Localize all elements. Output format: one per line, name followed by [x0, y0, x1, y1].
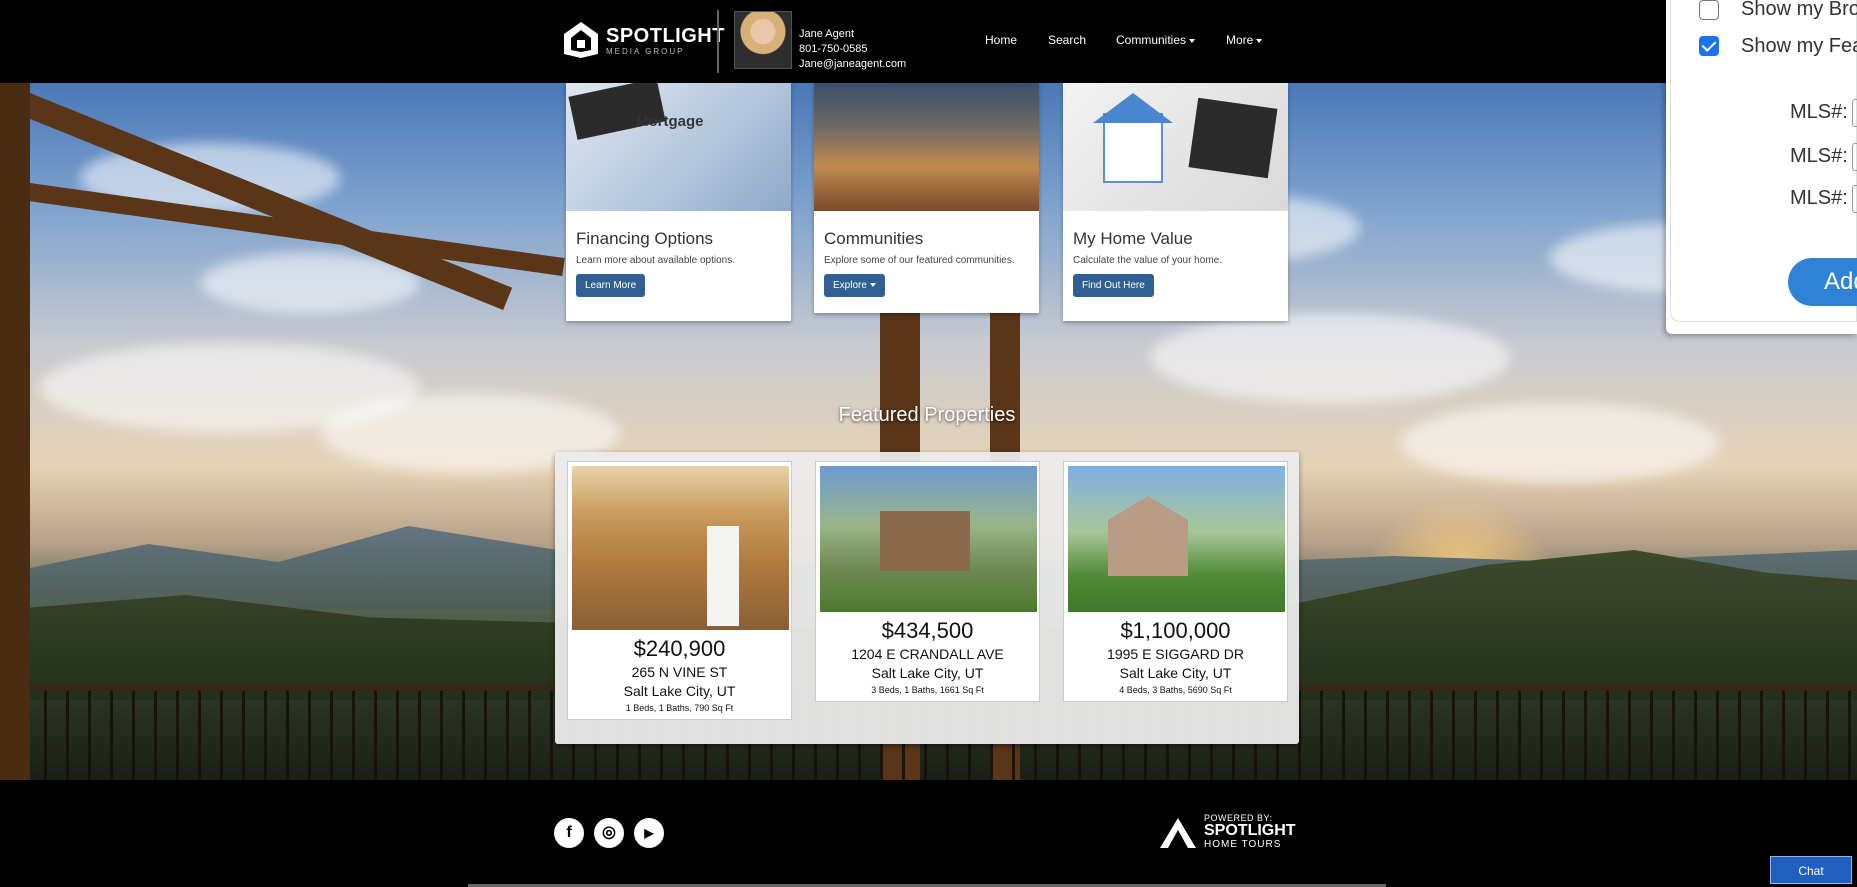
agent-phone[interactable]: 801-750-0585 — [799, 42, 906, 57]
communities-image — [814, 83, 1039, 211]
agent-contact: Jane Agent 801-750-0585 Jane@janeagent.c… — [799, 27, 906, 72]
agent-photo — [734, 11, 792, 69]
mls-label-1: MLS#: — [1790, 101, 1848, 123]
agent-email[interactable]: Jane@janeagent.com — [799, 57, 906, 72]
property-specs: 3 Beds, 1 Baths, 1661 Sq Ft — [871, 685, 984, 695]
feature-title: My Home Value — [1073, 229, 1193, 248]
mortgage-caption: Mortgage — [636, 113, 704, 130]
mls-input-3[interactable] — [1852, 185, 1857, 213]
caret-down-icon — [1189, 38, 1196, 43]
property-city: Salt Lake City, UT — [1119, 665, 1232, 681]
show-brokerage-checkbox[interactable] — [1699, 0, 1719, 20]
mortgage-image: Mortgage — [566, 78, 791, 211]
property-city: Salt Lake City, UT — [623, 683, 736, 699]
feature-desc: Learn more about available options. — [576, 255, 735, 266]
nav-more-label: More — [1226, 33, 1254, 47]
property-price: $434,500 — [881, 618, 974, 643]
feature-title: Financing Options — [576, 229, 714, 248]
logo-subtitle: MEDIA GROUP — [606, 46, 685, 56]
property-address: 1204 E CRANDALL AVE — [851, 646, 1004, 662]
learn-more-button[interactable]: Learn More — [576, 274, 646, 297]
mls-label-3: MLS#: — [1790, 187, 1848, 209]
chat-button[interactable]: Chat — [1770, 856, 1852, 884]
caret-down-icon — [1256, 38, 1263, 43]
add-button[interactable]: Add — [1788, 258, 1857, 306]
spotlight-logo[interactable]: SPOTLIGHT MEDIA GROUP — [562, 20, 725, 60]
property-specs: 4 Beds, 3 Baths, 5690 Sq Ft — [1119, 685, 1232, 695]
mls-input-1[interactable] — [1852, 99, 1857, 127]
house-logo-icon — [562, 20, 600, 60]
nav-search[interactable]: Search — [1048, 33, 1086, 47]
logo-name: SPOTLIGHT — [606, 24, 725, 47]
caret-down-icon — [869, 283, 876, 288]
property-card[interactable]: $1,100,000 1995 E SIGGARD DR Salt Lake C… — [1063, 461, 1288, 702]
feature-title: Communities — [824, 229, 924, 248]
feature-desc: Explore some of our featured communities… — [824, 255, 1015, 266]
featured-properties-title: Featured Properties — [838, 404, 1016, 426]
nav-more[interactable]: More — [1226, 33, 1263, 47]
nav-communities[interactable]: Communities — [1116, 33, 1196, 47]
property-card[interactable]: $434,500 1204 E CRANDALL AVE Salt Lake C… — [815, 461, 1040, 702]
feature-card-home-value: My Home Value Calculate the value of you… — [1063, 83, 1288, 321]
youtube-icon[interactable]: ▶ — [634, 818, 664, 848]
home-value-image — [1063, 83, 1288, 211]
facebook-icon[interactable]: f — [554, 818, 584, 848]
explore-button[interactable]: Explore — [824, 274, 885, 297]
powered-by-label: POWERED BY: — [1204, 812, 1273, 823]
find-out-here-button[interactable]: Find Out Here — [1073, 274, 1154, 297]
powered-brand: SPOTLIGHT — [1204, 821, 1296, 839]
property-city: Salt Lake City, UT — [871, 665, 984, 681]
feature-desc: Calculate the value of your home. — [1073, 255, 1222, 266]
instagram-icon[interactable]: ◎ — [594, 818, 624, 848]
site-header: SPOTLIGHT MEDIA GROUP Jane Agent 801-750… — [0, 0, 1857, 83]
feature-card-communities: Communities Explore some of our featured… — [814, 83, 1039, 313]
agent-name: Jane Agent — [799, 28, 855, 40]
property-photo — [1068, 466, 1285, 612]
nav-communities-label: Communities — [1116, 33, 1187, 47]
header-divider — [717, 10, 719, 73]
show-featured-label: Show my Fea — [1741, 35, 1857, 57]
property-photo — [572, 466, 789, 630]
mls-label-2: MLS#: — [1790, 145, 1848, 167]
property-address: 265 N VINE ST — [631, 664, 728, 680]
explore-label: Explore — [833, 280, 867, 291]
property-price: $240,900 — [633, 636, 726, 661]
site-footer — [0, 780, 1857, 887]
property-photo — [820, 466, 1037, 612]
feature-card-financing: Mortgage Financing Options Learn more ab… — [566, 78, 791, 321]
show-brokerage-label: Show my Bro — [1741, 0, 1857, 20]
property-card[interactable]: $240,900 265 N VINE ST Salt Lake City, U… — [567, 461, 792, 720]
property-specs: 1 Beds, 1 Baths, 790 Sq Ft — [625, 703, 734, 713]
powered-by-logo[interactable]: POWERED BY: SPOTLIGHT HOME TOURS — [1158, 812, 1296, 850]
powered-brand-sub: HOME TOURS — [1204, 838, 1282, 850]
spotlight-home-icon — [1160, 818, 1196, 848]
settings-panel: Show my Bro Show my Fea MLS#: MLS#: MLS#… — [1666, 0, 1857, 334]
nav-home[interactable]: Home — [985, 33, 1017, 47]
mls-input-2[interactable] — [1852, 143, 1857, 171]
property-price: $1,100,000 — [1120, 618, 1231, 643]
show-featured-checkbox[interactable] — [1699, 36, 1719, 56]
property-address: 1995 E SIGGARD DR — [1107, 646, 1244, 662]
